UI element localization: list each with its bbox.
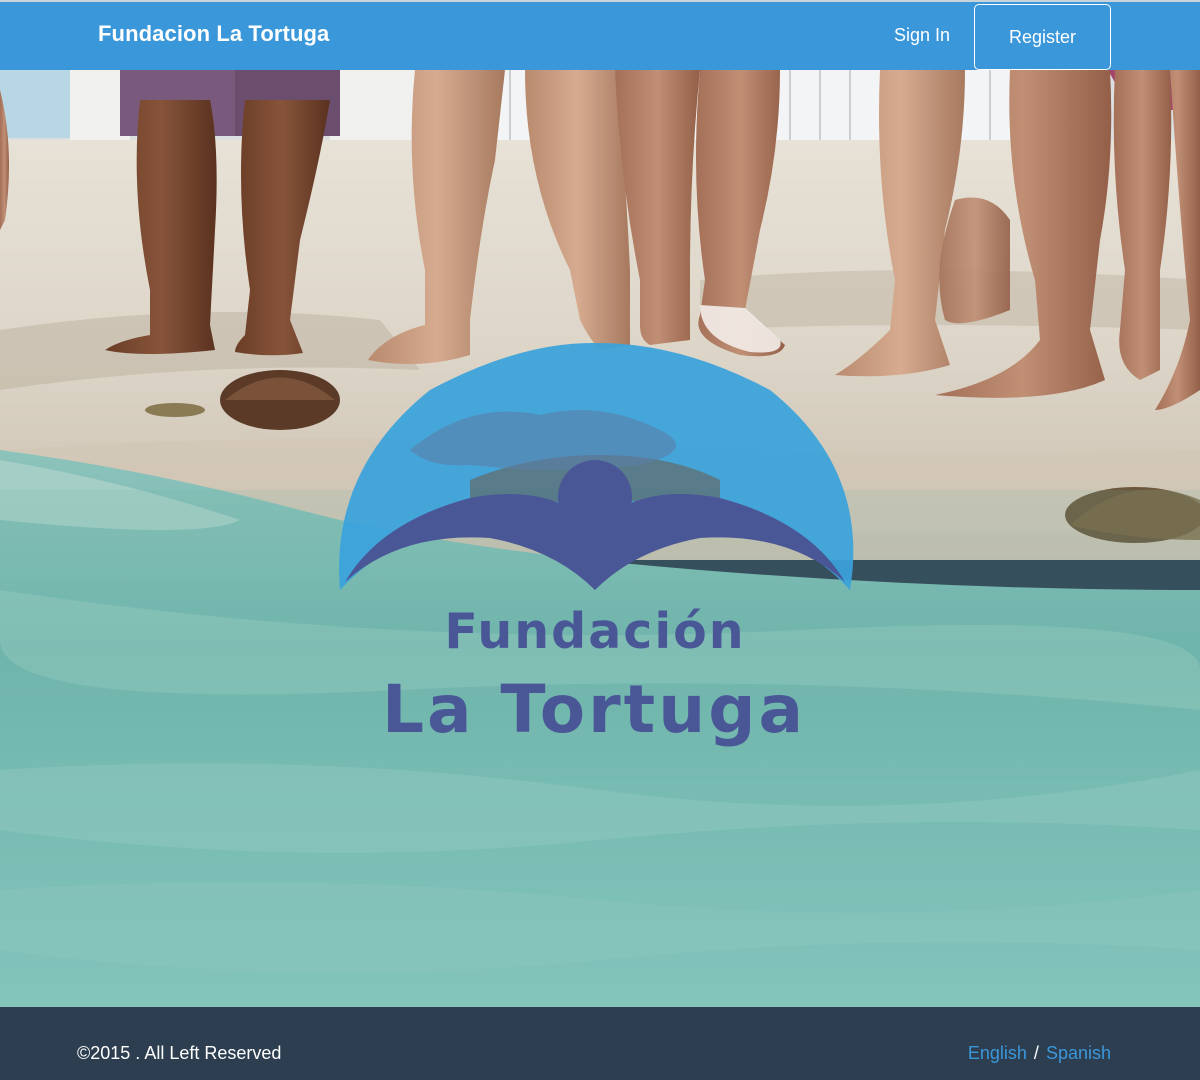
language-switcher: English / Spanish — [968, 1043, 1111, 1064]
copyright-text: ©2015 . All Left Reserved — [77, 1043, 282, 1063]
lang-spanish-link[interactable]: Spanish — [1046, 1043, 1111, 1063]
register-button[interactable]: Register — [974, 4, 1111, 70]
hero-banner: Fundación La Tortuga — [0, 70, 1200, 1007]
logo-text-line2: La Tortuga — [381, 671, 807, 748]
lang-separator: / — [1033, 1043, 1039, 1063]
brand-link[interactable]: Fundacion La Tortuga — [98, 21, 329, 47]
navbar: Fundacion La Tortuga Sign In Register — [0, 0, 1200, 70]
lang-english-link[interactable]: English — [968, 1043, 1027, 1063]
sign-in-link[interactable]: Sign In — [894, 25, 950, 46]
hero-background-photo — [0, 70, 1200, 1007]
logo-text-line1: Fundación — [444, 603, 746, 660]
footer: ©2015 . All Left Reserved English / Span… — [0, 1007, 1200, 1080]
